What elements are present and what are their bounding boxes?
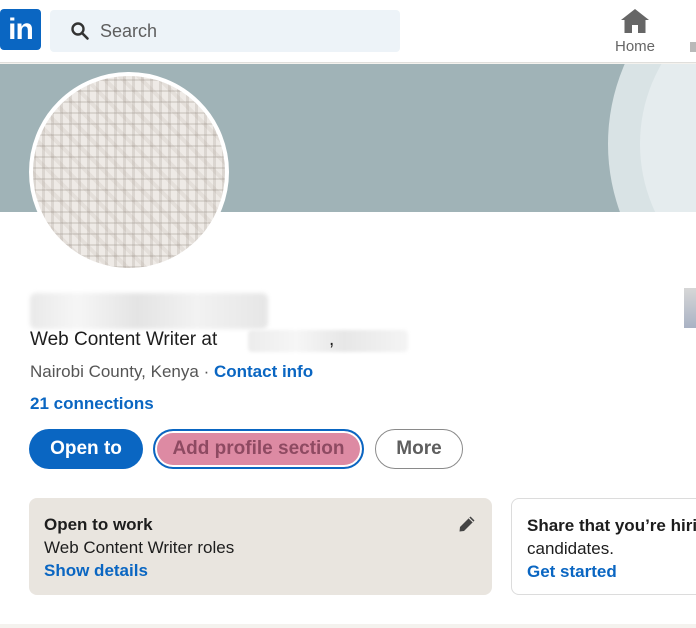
profile-location: Nairobi County, Kenya: [30, 362, 199, 381]
top-nav-bar: in Home: [0, 0, 696, 63]
headline-comma: ,: [329, 329, 335, 350]
linkedin-logo[interactable]: in: [0, 9, 41, 50]
share-hiring-title: Share that you’re hiring: [527, 516, 696, 535]
add-profile-section-button[interactable]: Add profile section: [153, 429, 364, 469]
open-to-button[interactable]: Open to: [29, 429, 143, 469]
location-separator: ·: [198, 362, 214, 381]
headline-company-redacted: [248, 330, 408, 352]
nav-next-item[interactable]: [690, 42, 696, 52]
search-icon: [71, 22, 89, 40]
profile-headline: Web Content Writer at: [30, 329, 218, 350]
open-to-work-roles: Web Content Writer roles: [44, 538, 235, 557]
more-button[interactable]: More: [375, 429, 463, 469]
search-input[interactable]: [100, 10, 390, 52]
nav-home[interactable]: Home: [604, 6, 666, 58]
nav-home-label: Home: [614, 38, 655, 55]
share-hiring-box: Share that you’re hiring candidates. Get…: [511, 498, 696, 595]
connections-link[interactable]: 21 connections: [30, 394, 154, 414]
show-details-link[interactable]: Show details: [44, 561, 148, 581]
side-panel-edge: [684, 288, 696, 328]
share-hiring-subtitle: candidates.: [527, 539, 614, 558]
open-to-work-box: Open to work Web Content Writer roles Sh…: [29, 498, 492, 595]
profile-avatar[interactable]: [29, 72, 229, 272]
profile-name-redacted: [30, 293, 268, 329]
pencil-icon[interactable]: [457, 514, 477, 534]
search-bar[interactable]: [50, 10, 400, 52]
location-line: Nairobi County, Kenya · Contact info: [30, 362, 313, 382]
get-started-link[interactable]: Get started: [527, 562, 617, 582]
contact-info-link[interactable]: Contact info: [214, 362, 313, 381]
home-icon: [621, 9, 649, 33]
open-to-work-title: Open to work: [44, 515, 153, 534]
profile-card: Web Content Writer at , Nairobi County, …: [0, 64, 696, 624]
